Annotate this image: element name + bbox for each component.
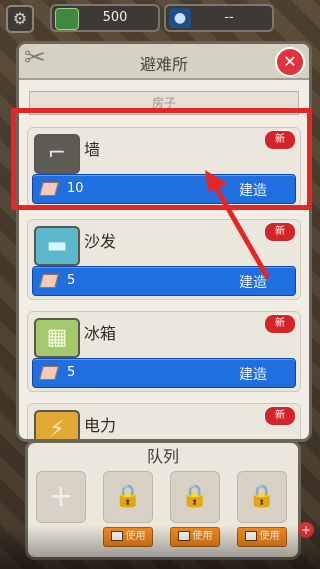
queue-slot-locked: 🔒 xyxy=(103,471,153,523)
lock-icon: 🔒 xyxy=(248,484,276,509)
arrow-shaft xyxy=(211,182,271,280)
lock-icon: 🔒 xyxy=(114,484,142,509)
queue-slot-add[interactable]: + xyxy=(36,471,86,523)
queue-slot-locked: 🔒 xyxy=(237,471,287,523)
plus-icon: + xyxy=(48,479,74,514)
lock-icon: 🔒 xyxy=(181,484,209,509)
queue-title: 队列 xyxy=(146,447,179,466)
queue-slot-locked: 🔒 xyxy=(170,471,220,523)
bottom-shadow xyxy=(0,525,320,569)
